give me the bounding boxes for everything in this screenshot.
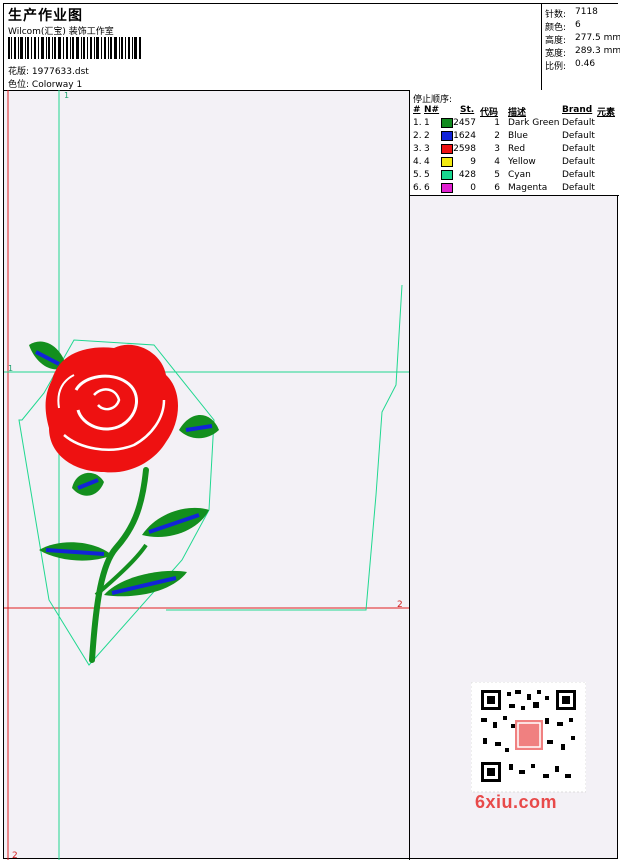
row-code: 4 [494, 157, 500, 167]
col-code: 代码 [480, 108, 499, 118]
row-description: Cyan [508, 170, 531, 180]
row-description: Red [508, 144, 526, 154]
row-number: 4. [413, 157, 422, 167]
stop-row: 3. 3 2598 3 Red Default [410, 144, 619, 157]
panel-divider [409, 90, 410, 860]
marker-bottom-2: 2 [12, 851, 18, 860]
stat-colors: 颜色: 6 [545, 20, 581, 33]
row-description: Dark Green [508, 118, 560, 128]
watermark-site: 6xiu.com [475, 792, 558, 812]
row-brand: Default [562, 157, 595, 167]
pattern-file: 花版: 1977633.dst [8, 64, 89, 77]
studio-name: Wilcom(汇宝) 装饰工作室 [8, 27, 114, 37]
col-n: N# [424, 105, 440, 115]
row-brand: Default [562, 144, 595, 154]
pattern-label: 花版: [8, 67, 30, 77]
stat-width: 宽度: 289.3 mm [545, 46, 620, 59]
row-number: 6. [413, 183, 422, 193]
stat-scale: 比例: 0.46 [545, 59, 596, 72]
stop-row: 5. 5 428 5 Cyan Default [410, 170, 619, 183]
production-sheet: 生产作业图 Wilcom(汇宝) 装饰工作室 花版: 1977633.dst 色… [3, 3, 620, 860]
row-code: 5 [494, 170, 500, 180]
marker-top-1: 1 [64, 91, 69, 100]
row-stitches: 428 [458, 170, 476, 180]
colorway-label: 色位: [8, 80, 30, 90]
row-number: 5. [413, 170, 422, 180]
row-stitches: 9 [470, 157, 476, 167]
row-brand: Default [562, 183, 595, 193]
row-needle: 6 [424, 183, 430, 193]
outline-right [166, 284, 403, 611]
stats-panel: 针数: 7118 颜色: 6 高度: 277.5 mm 宽度: 289.3 mm 比例:… [541, 4, 620, 90]
stop-row: 1. 1 2457 1 Dark Green Default [410, 118, 619, 131]
row-code: 6 [494, 183, 500, 193]
design-canvas: 1 1 2 2 [4, 90, 409, 860]
row-stitches: 2598 [453, 144, 476, 154]
col-element: 元素 [597, 108, 616, 118]
stat-stitches: 针数: 7118 [545, 7, 598, 20]
sheet-header: 生产作业图 Wilcom(汇宝) 装饰工作室 花版: 1977633.dst 色… [4, 4, 620, 91]
row-description: Blue [508, 131, 528, 141]
pattern-value: 1977633.dst [31, 67, 89, 77]
row-stitches: 2457 [453, 118, 476, 128]
barcode [8, 37, 141, 59]
stat-height: 高度: 277.5 mm [545, 33, 620, 46]
row-needle: 5 [424, 170, 430, 180]
row-needle: 1 [424, 118, 430, 128]
page-title: 生产作业图 [8, 8, 83, 24]
row-stitches: 0 [470, 183, 476, 193]
row-brand: Default [562, 131, 595, 141]
stop-sequence-table: 停止顺序: # N# St. 代码 描述 Brand 元素 1. 1 2457 1 Da… [410, 90, 619, 196]
col-st: St. [460, 105, 475, 115]
col-num: # [413, 105, 421, 115]
row-brand: Default [562, 118, 595, 128]
row-number: 1. [413, 118, 422, 128]
row-stitches: 1624 [453, 131, 476, 141]
row-code: 3 [494, 144, 500, 154]
row-brand: Default [562, 170, 595, 180]
row-needle: 2 [424, 131, 430, 141]
row-number: 3. [413, 144, 422, 154]
stop-row: 4. 4 9 4 Yellow Default [410, 157, 619, 170]
row-needle: 4 [424, 157, 430, 167]
stop-row: 2. 2 1624 2 Blue Default [410, 131, 619, 144]
colorway: 色位: Colorway 1 [8, 77, 82, 90]
row-number: 2. [413, 131, 422, 141]
row-code: 1 [494, 118, 500, 128]
stop-row: 6. 6 0 6 Magenta Default [410, 183, 619, 196]
row-description: Magenta [508, 183, 548, 193]
colorway-value: Colorway 1 [31, 80, 83, 90]
marker-right-2: 2 [397, 600, 403, 610]
col-brand: Brand [562, 105, 593, 115]
col-desc: 描述 [508, 108, 527, 118]
rose-embroidery [29, 341, 219, 663]
row-description: Yellow [508, 157, 536, 167]
row-needle: 3 [424, 144, 430, 154]
stop-sequence-heading: 停止顺序: [413, 95, 453, 105]
marker-left-1: 1 [8, 364, 13, 373]
row-code: 2 [494, 131, 500, 141]
